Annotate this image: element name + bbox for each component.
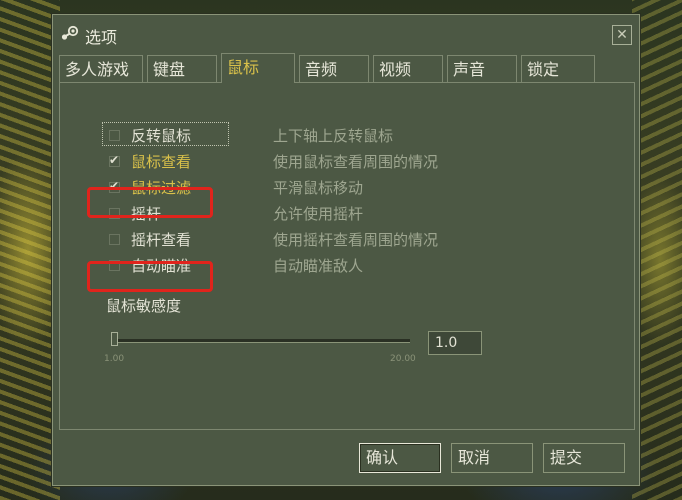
- option-mouse-look[interactable]: ✔ 鼠标查看 使用鼠标查看周围的情况: [60, 150, 620, 174]
- ok-button[interactable]: 确认: [359, 443, 441, 473]
- invert-mouse-checkbox[interactable]: ✔: [109, 130, 120, 141]
- tab-keyboard[interactable]: 键盘: [147, 55, 217, 82]
- tab-mouse[interactable]: 鼠标: [221, 53, 295, 83]
- slider-max-label: 20.00: [390, 354, 416, 364]
- joystick-description: 允许使用摇杆: [273, 205, 364, 223]
- sensitivity-value-input[interactable]: 1.0: [428, 331, 482, 355]
- cancel-button[interactable]: 取消: [451, 443, 533, 473]
- tab-bar: 多人游戏 键盘 鼠标 音频 视频 声音 锁定: [59, 53, 639, 83]
- highlight-mouse-filter: [87, 187, 213, 218]
- joystick-look-description: 使用摇杆查看周围的情况: [273, 231, 439, 249]
- options-dialog: 选项 ✕ 多人游戏 键盘 鼠标 音频 视频 声音 锁定 ✔ 反转鼠标 上下轴上反…: [52, 14, 640, 486]
- option-invert-mouse[interactable]: ✔ 反转鼠标 上下轴上反转鼠标: [60, 122, 620, 148]
- titlebar[interactable]: 选项 ✕: [53, 15, 639, 49]
- mouse-settings-panel: ✔ 反转鼠标 上下轴上反转鼠标 ✔ 鼠标查看 使用鼠标查看周围的情况 ✔ 鼠标过…: [59, 82, 635, 430]
- close-icon: ✕: [616, 27, 628, 43]
- steam-icon: [61, 25, 79, 40]
- highlight-auto-aim: [87, 261, 213, 292]
- background-stripes-left: [0, 0, 60, 500]
- joystick-look-label: 摇杆查看: [131, 231, 192, 249]
- tab-lock[interactable]: 锁定: [521, 55, 595, 82]
- mouse-look-checkbox[interactable]: ✔: [109, 153, 120, 167]
- invert-mouse-label: 反转鼠标: [131, 127, 192, 145]
- sensitivity-slider-thumb[interactable]: [111, 332, 118, 346]
- dialog-title: 选项: [85, 28, 118, 47]
- check-icon: ✔: [109, 153, 120, 167]
- apply-button[interactable]: 提交: [543, 443, 625, 473]
- tab-audio[interactable]: 音频: [299, 55, 369, 82]
- mouse-filter-description: 平滑鼠标移动: [273, 179, 364, 197]
- option-joystick-look[interactable]: ✔ 摇杆查看 使用摇杆查看周围的情况: [60, 228, 620, 252]
- invert-mouse-description: 上下轴上反转鼠标: [273, 127, 394, 145]
- tab-multiplayer[interactable]: 多人游戏: [59, 55, 143, 82]
- joystick-look-checkbox[interactable]: ✔: [109, 234, 120, 245]
- mouse-look-description: 使用鼠标查看周围的情况: [273, 153, 439, 171]
- auto-aim-description: 自动瞄准敌人: [273, 257, 364, 275]
- sensitivity-slider-track[interactable]: [114, 339, 410, 343]
- tab-video[interactable]: 视频: [373, 55, 443, 82]
- slider-min-label: 1.00: [104, 354, 125, 364]
- tab-sound[interactable]: 声音: [447, 55, 517, 82]
- close-button[interactable]: ✕: [612, 25, 632, 45]
- mouse-look-label: 鼠标查看: [131, 153, 192, 171]
- sensitivity-label: 鼠标敏感度: [106, 297, 182, 315]
